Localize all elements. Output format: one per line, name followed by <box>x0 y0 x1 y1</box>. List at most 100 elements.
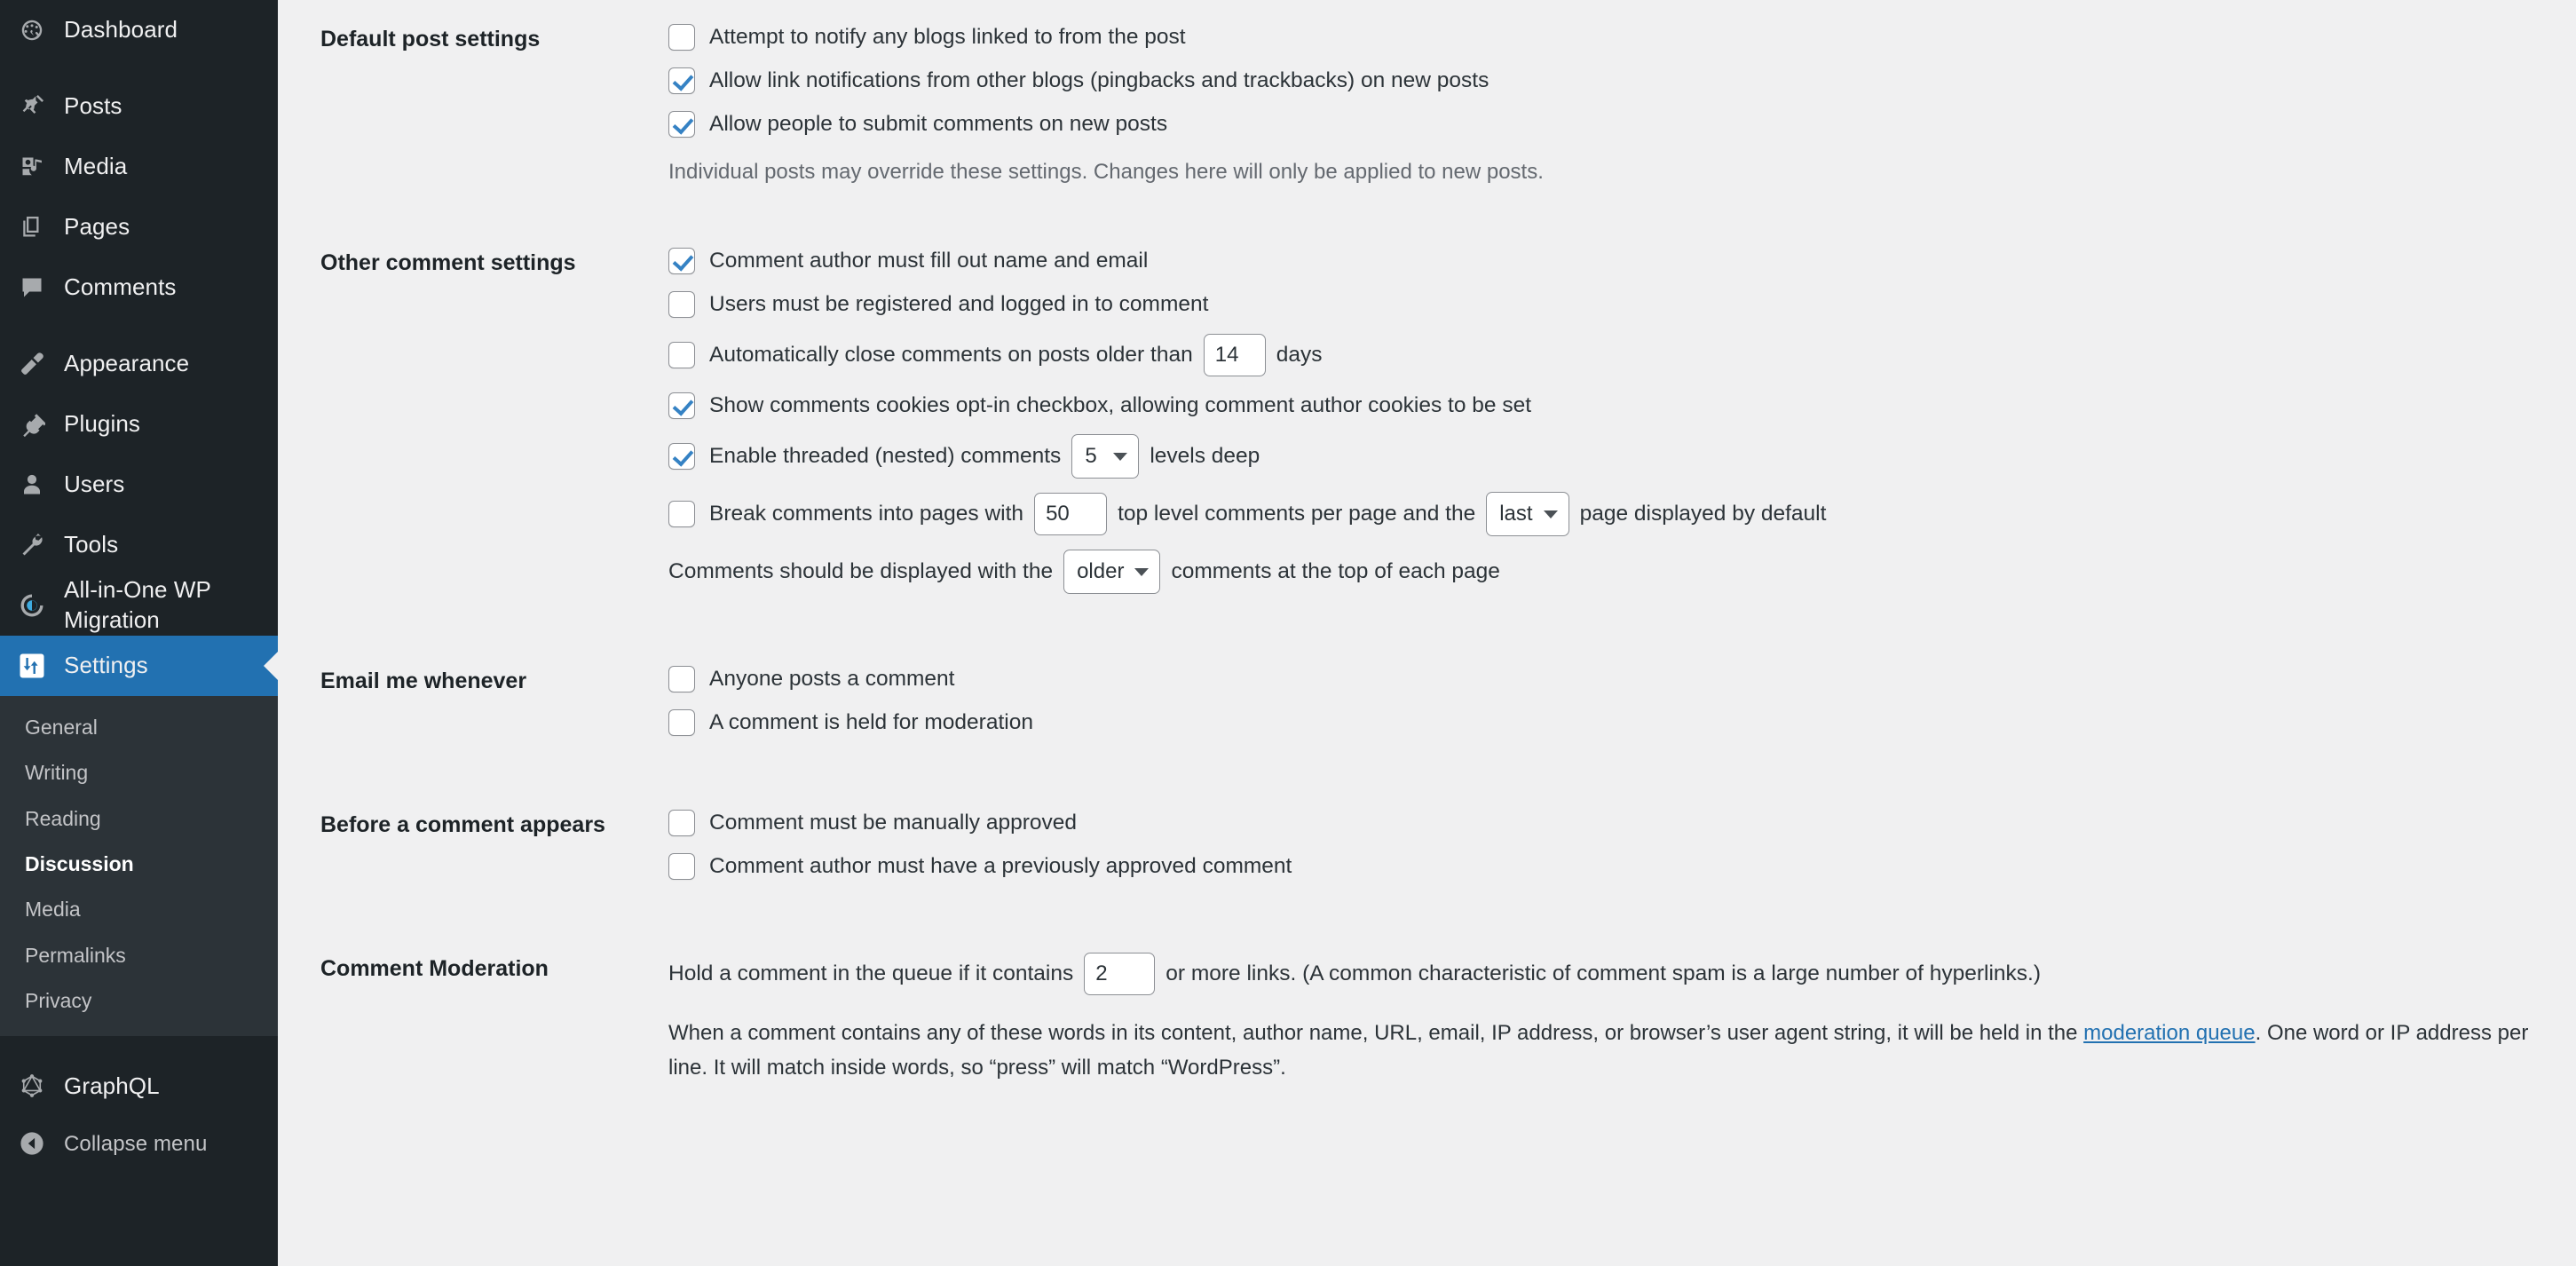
threaded-levels-value: 5 <box>1085 444 1097 468</box>
threaded-label-after: levels deep <box>1150 444 1260 469</box>
checkbox-previously-approved[interactable] <box>668 853 695 880</box>
sidebar-item-settings-writing[interactable]: Writing <box>0 750 278 795</box>
default-post-settings-helper: Individual posts may override these sett… <box>668 160 1544 184</box>
option-break-comments-pages[interactable]: Break comments into pages with top level… <box>668 491 2558 537</box>
sidebar-item-settings[interactable]: Settings <box>0 636 278 696</box>
section-heading: Default post settings <box>320 27 541 51</box>
auto-close-days-input[interactable] <box>1203 334 1266 376</box>
checkbox-threaded-comments[interactable] <box>668 443 695 470</box>
section-heading: Email me whenever <box>320 669 527 693</box>
collapse-arrow-icon <box>0 1131 64 1156</box>
comments-order-select[interactable]: older <box>1063 550 1161 594</box>
checkbox-break-comments-pages[interactable] <box>668 501 695 527</box>
sidebar-item-graphql[interactable]: GraphQL <box>0 1056 278 1116</box>
default-page-select[interactable]: last <box>1486 492 1569 536</box>
settings-submenu: General Writing Reading Discussion Media… <box>0 696 278 1037</box>
option-author-name-email[interactable]: Comment author must fill out name and em… <box>668 245 2558 277</box>
checkbox-manually-approved[interactable] <box>668 810 695 836</box>
option-label: Allow link notifications from other blog… <box>709 68 1489 93</box>
sidebar-item-label: GraphQL <box>64 1072 160 1099</box>
option-label: Comment author must have a previously ap… <box>709 854 1292 879</box>
sidebar-item-settings-media[interactable]: Media <box>0 887 278 932</box>
checkbox-author-name-email[interactable] <box>668 248 695 274</box>
option-threaded-comments[interactable]: Enable threaded (nested) comments 5 leve… <box>668 433 2558 479</box>
moderation-links-input[interactable] <box>1084 953 1156 995</box>
threaded-levels-select[interactable]: 5 <box>1071 434 1140 479</box>
checkbox-auto-close-comments[interactable] <box>668 342 695 368</box>
sidebar-item-tools[interactable]: Tools <box>0 515 278 575</box>
moderation-para-before: When a comment contains any of these wor… <box>668 1021 2084 1045</box>
admin-sidebar: Dashboard Posts Media Pages Comments App… <box>0 0 278 1266</box>
option-anyone-posts-comment[interactable]: Anyone posts a comment <box>668 663 2558 695</box>
section-heading: Other comment settings <box>320 250 576 275</box>
sidebar-item-appearance[interactable]: Appearance <box>0 334 278 394</box>
checkbox-allow-pingbacks[interactable] <box>668 67 695 94</box>
paintbrush-icon <box>0 351 64 377</box>
option-manually-approved[interactable]: Comment must be manually approved <box>668 807 2558 839</box>
sidebar-item-comments[interactable]: Comments <box>0 257 278 318</box>
sidebar-item-settings-permalinks[interactable]: Permalinks <box>0 933 278 978</box>
checkbox-allow-comments[interactable] <box>668 111 695 138</box>
option-label: Comment author must fill out name and em… <box>709 249 1149 273</box>
checkbox-users-registered[interactable] <box>668 291 695 318</box>
media-icon <box>0 154 64 180</box>
paged-label-before: Break comments into pages with <box>709 502 1024 526</box>
option-auto-close-comments[interactable]: Automatically close comments on posts ol… <box>668 332 2558 378</box>
option-allow-pingbacks[interactable]: Allow link notifications from other blog… <box>668 65 2558 97</box>
sidebar-item-settings-privacy[interactable]: Privacy <box>0 978 278 1024</box>
chevron-down-icon <box>1543 510 1558 518</box>
moderation-queue-link[interactable]: moderation queue <box>2083 1021 2255 1045</box>
sidebar-bottom-group: GraphQL Collapse menu <box>0 1056 278 1171</box>
sidebar-item-label: Appearance <box>64 350 190 377</box>
sidebar-item-label: Users <box>64 471 125 498</box>
checkbox-cookies-optin[interactable] <box>668 392 695 419</box>
threaded-label-before: Enable threaded (nested) comments <box>709 444 1062 469</box>
chevron-down-icon <box>1134 567 1150 576</box>
auto-close-label-before: Automatically close comments on posts ol… <box>709 343 1193 368</box>
sidebar-item-users[interactable]: Users <box>0 455 278 515</box>
wrench-icon <box>0 532 64 558</box>
sidebar-item-settings-general[interactable]: General <box>0 705 278 750</box>
sidebar-item-label: Posts <box>64 92 122 120</box>
hold-label-after: or more links. (A common characteristic … <box>1166 961 2042 986</box>
section-comment-moderation: Comment Moderation Hold a comment in the… <box>278 930 2576 1086</box>
sidebar-item-label: All-in-One WP Migration <box>64 576 211 633</box>
collapse-menu-button[interactable]: Collapse menu <box>0 1116 278 1171</box>
option-comment-held-moderation[interactable]: A comment is held for moderation <box>668 707 2558 739</box>
sidebar-item-settings-reading[interactable]: Reading <box>0 796 278 842</box>
sidebar-item-all-in-one-wp-migration[interactable]: All-in-One WP Migration <box>0 575 278 636</box>
sidebar-item-plugins[interactable]: Plugins <box>0 394 278 455</box>
section-before-comment-appears: Before a comment appears Comment must be… <box>278 786 2576 894</box>
option-label: Comment must be manually approved <box>709 811 1077 835</box>
sidebar-item-label: Dashboard <box>64 16 178 44</box>
checkbox-notify-blogs[interactable] <box>668 24 695 51</box>
default-page-value: last <box>1499 502 1533 526</box>
sidebar-item-posts[interactable]: Posts <box>0 76 278 137</box>
sliders-icon <box>0 653 64 679</box>
sidebar-item-pages[interactable]: Pages <box>0 197 278 257</box>
migration-circle-icon <box>0 591 64 620</box>
checkbox-anyone-posts-comment[interactable] <box>668 666 695 692</box>
option-cookies-optin[interactable]: Show comments cookies opt-in checkbox, a… <box>668 390 2558 422</box>
top-level-comments-input[interactable] <box>1034 493 1108 535</box>
sidebar-item-settings-discussion[interactable]: Discussion <box>0 842 278 887</box>
graphql-icon <box>0 1072 64 1099</box>
dashboard-icon <box>0 17 64 44</box>
sidebar-item-dashboard[interactable]: Dashboard <box>0 0 278 60</box>
option-users-registered[interactable]: Users must be registered and logged in t… <box>668 289 2558 320</box>
section-other-comment-settings: Other comment settings Comment author mu… <box>278 224 2576 606</box>
option-notify-blogs[interactable]: Attempt to notify any blogs linked to fr… <box>668 21 2558 53</box>
checkbox-comment-held-moderation[interactable] <box>668 709 695 736</box>
option-previously-approved[interactable]: Comment author must have a previously ap… <box>668 851 2558 882</box>
option-label: Attempt to notify any blogs linked to fr… <box>709 25 1186 50</box>
auto-close-label-after: days <box>1276 343 1323 368</box>
sidebar-item-label: Pages <box>64 213 130 241</box>
sidebar-item-media[interactable]: Media <box>0 137 278 197</box>
sidebar-item-label: Plugins <box>64 410 140 438</box>
comments-display-order-row[interactable]: Comments should be displayed with the ol… <box>668 549 2558 595</box>
option-allow-comments[interactable]: Allow people to submit comments on new p… <box>668 108 2558 140</box>
